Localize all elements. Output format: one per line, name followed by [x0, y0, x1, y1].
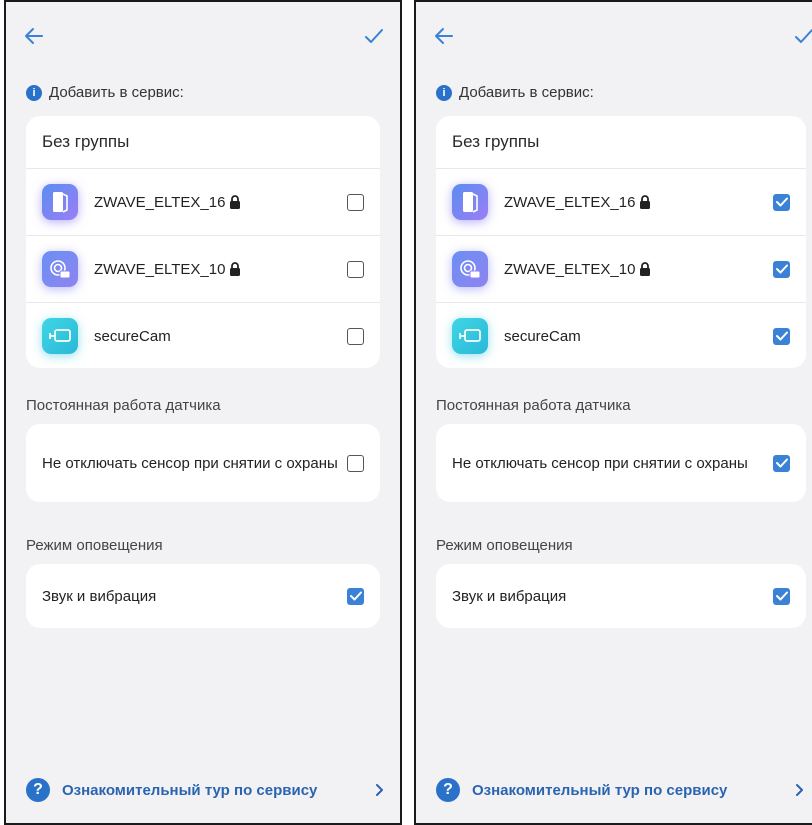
back-arrow-icon[interactable]	[22, 24, 46, 48]
camera-icon	[452, 318, 488, 354]
notify-option-checkbox[interactable]	[347, 587, 364, 605]
lock-icon	[230, 262, 241, 276]
add-to-service-label: i Добавить в сервис:	[26, 84, 184, 101]
group-title: Без группы	[452, 132, 540, 151]
device-name: secureCam	[94, 327, 171, 345]
sensor-option-row[interactable]: Не отключать сенсор при снятии с охраны	[436, 424, 806, 502]
device-name: ZWAVE_ELTEX_10	[504, 261, 773, 278]
device-group-card: Без группы ZWAVE_ELTEX_16 ZWAVE_ELTEX_10…	[436, 116, 806, 368]
sensor-option-label: Не отключать сенсор при снятии с охраны	[452, 454, 748, 472]
device-group-card: Без группы ZWAVE_ELTEX_16 ZWAVE_ELTEX_10…	[26, 116, 380, 368]
lock-icon	[640, 262, 651, 276]
notify-section-title: Режим оповещения	[436, 537, 573, 554]
device-checkbox[interactable]	[347, 327, 364, 345]
notify-option-label: Звук и вибрация	[452, 587, 567, 605]
device-checkbox[interactable]	[347, 260, 364, 278]
door-sensor-icon	[452, 184, 488, 220]
back-arrow-icon[interactable]	[432, 24, 456, 48]
info-icon[interactable]: i	[436, 84, 452, 101]
top-bar	[416, 22, 812, 52]
motion-sensor-icon	[452, 251, 488, 287]
device-row[interactable]: secureCam	[26, 302, 380, 369]
sensor-option-checkbox[interactable]	[773, 454, 790, 472]
device-name: ZWAVE_ELTEX_16	[504, 194, 773, 211]
add-to-service-text: Добавить в сервис:	[459, 84, 594, 101]
sensor-option-row[interactable]: Не отключать сенсор при снятии с охраны	[26, 424, 380, 502]
add-to-service-label: i Добавить в сервис:	[436, 84, 594, 101]
notify-option-label: Звук и вибрация	[42, 587, 157, 605]
device-row[interactable]: ZWAVE_ELTEX_16	[26, 168, 380, 235]
settings-screen-right: i Добавить в сервис: Без группы ZWAVE_EL…	[414, 0, 812, 825]
sensor-option-label: Не отключать сенсор при снятии с охраны	[42, 454, 338, 472]
confirm-check-icon[interactable]	[792, 24, 812, 48]
device-row[interactable]: secureCam	[436, 302, 806, 369]
sensor-section-title: Постоянная работа датчика	[26, 397, 221, 414]
notify-option-checkbox[interactable]	[773, 587, 790, 605]
sensor-option-checkbox[interactable]	[347, 454, 364, 472]
intro-tour-link[interactable]: ? Ознакомительный тур по сервису	[436, 778, 806, 802]
question-icon: ?	[26, 778, 50, 802]
door-sensor-icon	[42, 184, 78, 220]
intro-tour-link[interactable]: ? Ознакомительный тур по сервису	[26, 778, 386, 802]
notify-option-card: Звук и вибрация	[26, 564, 380, 628]
motion-sensor-icon	[42, 251, 78, 287]
notify-option-row[interactable]: Звук и вибрация	[26, 564, 380, 628]
intro-tour-label: Ознакомительный тур по сервису	[62, 781, 318, 799]
group-title: Без группы	[42, 132, 130, 151]
sensor-option-card: Не отключать сенсор при снятии с охраны	[436, 424, 806, 502]
device-row[interactable]: ZWAVE_ELTEX_10	[26, 235, 380, 302]
sensor-option-card: Не отключать сенсор при снятии с охраны	[26, 424, 380, 502]
sensor-section-title: Постоянная работа датчика	[436, 397, 631, 414]
chevron-right-icon	[796, 784, 803, 796]
device-name: ZWAVE_ELTEX_10	[94, 261, 347, 278]
device-checkbox[interactable]	[347, 193, 364, 211]
camera-icon	[42, 318, 78, 354]
device-checkbox[interactable]	[773, 260, 790, 278]
settings-screen-left: i Добавить в сервис: Без группы ZWAVE_EL…	[4, 0, 402, 825]
notify-option-row[interactable]: Звук и вибрация	[436, 564, 806, 628]
notify-option-card: Звук и вибрация	[436, 564, 806, 628]
device-row[interactable]: ZWAVE_ELTEX_10	[436, 235, 806, 302]
top-bar	[6, 22, 400, 52]
device-name: secureCam	[504, 327, 581, 345]
lock-icon	[640, 195, 651, 209]
device-row[interactable]: ZWAVE_ELTEX_16	[436, 168, 806, 235]
notify-section-title: Режим оповещения	[26, 537, 163, 554]
add-to-service-text: Добавить в сервис:	[49, 84, 184, 101]
question-icon: ?	[436, 778, 460, 802]
device-checkbox[interactable]	[773, 327, 790, 345]
lock-icon	[230, 195, 241, 209]
info-icon[interactable]: i	[26, 84, 42, 101]
intro-tour-label: Ознакомительный тур по сервису	[472, 781, 728, 799]
confirm-check-icon[interactable]	[362, 24, 386, 48]
device-name: ZWAVE_ELTEX_16	[94, 194, 347, 211]
device-checkbox[interactable]	[773, 193, 790, 211]
chevron-right-icon	[376, 784, 383, 796]
